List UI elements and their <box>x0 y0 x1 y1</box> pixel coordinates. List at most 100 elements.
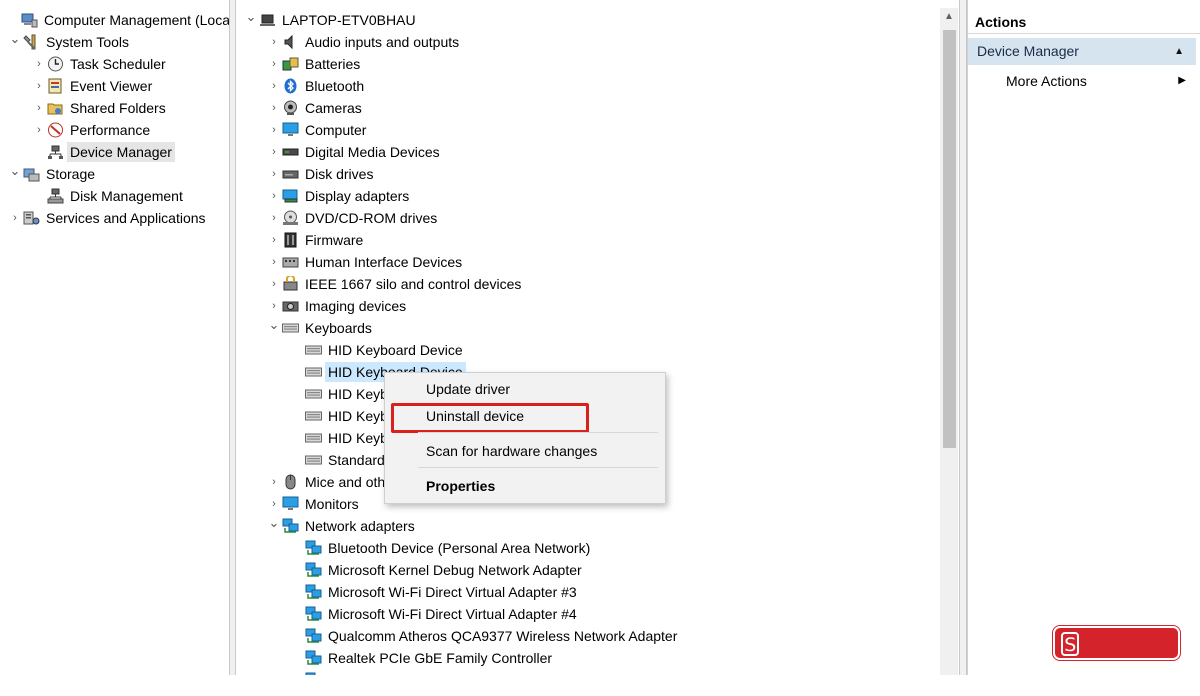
collapsed-chevron-icon[interactable]: › <box>267 119 281 141</box>
tree-item-label: Human Interface Devices <box>305 254 463 270</box>
console-tree-item-1[interactable]: ⌄ System Tools <box>8 31 132 53</box>
device-tree-item-8[interactable]: › Display adapters <box>267 185 412 207</box>
device-tree-item-2[interactable]: › Batteries <box>267 53 363 75</box>
device-tree-item-27[interactable]: Microsoft Wi-Fi Direct Virtual Adapter #… <box>290 603 580 625</box>
expanded-chevron-icon[interactable]: ⌄ <box>267 314 281 336</box>
device-tree-item-3[interactable]: › Bluetooth <box>267 75 367 97</box>
device-tree-item-13[interactable]: › Imaging devices <box>267 295 409 317</box>
expanded-chevron-icon[interactable]: ⌄ <box>8 28 22 50</box>
console-tree-item-6[interactable]: Device Manager <box>32 141 175 163</box>
device-tree-item-30[interactable]: WAN Miniport (IKEv2) <box>290 669 467 675</box>
properties-menu-item[interactable]: Properties <box>426 478 495 494</box>
right-pane-splitter[interactable] <box>959 0 967 675</box>
collapsed-chevron-icon[interactable]: › <box>267 75 281 97</box>
console-tree-item-0[interactable]: Computer Management (Local) <box>6 9 229 31</box>
collapsed-chevron-icon[interactable]: › <box>267 31 281 53</box>
monitor-icon <box>281 496 299 512</box>
speaker-icon <box>281 34 299 50</box>
device-tree-item-0[interactable]: ⌄ LAPTOP-ETV0BHAU <box>244 9 419 31</box>
device-tree-item-10[interactable]: › Firmware <box>267 229 366 251</box>
console-tree-item-7[interactable]: ⌄ Storage <box>8 163 98 185</box>
device-tree-item-4[interactable]: › Cameras <box>267 97 365 119</box>
disk-drive-icon <box>281 166 299 182</box>
device-tree-item-24[interactable]: Bluetooth Device (Personal Area Network) <box>290 537 593 559</box>
tree-item-label: Disk Management <box>70 188 183 204</box>
device-tree-item-29[interactable]: Realtek PCIe GbE Family Controller <box>290 647 555 669</box>
console-tree-item-8[interactable]: Disk Management <box>32 185 186 207</box>
collapsed-chevron-icon[interactable]: › <box>267 251 281 273</box>
tree-item-label: Microsoft Wi-Fi Direct Virtual Adapter #… <box>328 584 577 600</box>
network-icon <box>304 562 322 578</box>
actions-section-device-manager[interactable]: Device Manager ▲ <box>968 38 1196 65</box>
device-tree-item-9[interactable]: › DVD/CD-ROM drives <box>267 207 440 229</box>
console-tree-item-9[interactable]: › Services and Applications <box>8 207 209 229</box>
tree-item-label: Digital Media Devices <box>305 144 440 160</box>
device-tree-pane: ▲ ⌄ LAPTOP-ETV0BHAU › Audio inputs and outp… <box>236 0 959 675</box>
expanded-chevron-icon[interactable]: ⌄ <box>267 512 281 534</box>
expanded-chevron-icon[interactable]: ⌄ <box>244 6 258 28</box>
monitor-icon <box>281 122 299 138</box>
collapsed-chevron-icon[interactable]: › <box>267 141 281 163</box>
scan-hardware-menu-item[interactable]: Scan for hardware changes <box>426 443 597 459</box>
more-actions-item[interactable]: More Actions ▶ <box>1006 70 1196 92</box>
collapsed-chevron-icon[interactable]: › <box>267 471 281 493</box>
tree-item-label: Microsoft Wi-Fi Direct Virtual Adapter #… <box>328 606 577 622</box>
network-icon <box>304 584 322 600</box>
left-pane-splitter[interactable] <box>229 0 236 675</box>
device-tree-item-11[interactable]: › Human Interface Devices <box>267 251 465 273</box>
device-tree-item-28[interactable]: Qualcomm Atheros QCA9377 Wireless Networ… <box>290 625 680 647</box>
actions-pane: Actions Device Manager ▲ More Actions ▶ <box>967 0 1200 675</box>
tree-item-label: Shared Folders <box>70 100 166 116</box>
device-tree-item-15[interactable]: HID Keyboard Device <box>290 339 466 361</box>
services-icon <box>22 210 40 226</box>
console-tree-item-3[interactable]: › Event Viewer <box>32 75 155 97</box>
battery-icon <box>281 56 299 72</box>
collapsed-chevron-icon[interactable]: › <box>32 75 46 97</box>
collapsed-chevron-icon[interactable]: › <box>267 185 281 207</box>
collapsed-chevron-icon[interactable]: › <box>267 273 281 295</box>
keyboard-icon <box>304 364 322 380</box>
collapse-arrow-icon[interactable]: ▲ <box>1174 38 1184 65</box>
uninstall-device-menu-item[interactable]: Uninstall device <box>426 408 524 424</box>
context-menu: Update driver Uninstall device Scan for … <box>384 372 666 504</box>
tree-item-label: Keyboards <box>305 320 372 336</box>
device-manager-icon <box>46 144 64 160</box>
device-tree-item-26[interactable]: Microsoft Wi-Fi Direct Virtual Adapter #… <box>290 581 580 603</box>
device-tree-item-22[interactable]: › Monitors <box>267 493 362 515</box>
collapsed-chevron-icon[interactable]: › <box>32 97 46 119</box>
device-tree-item-14[interactable]: ⌄ Keyboards <box>267 317 375 339</box>
scrollbar-thumb[interactable] <box>943 30 956 448</box>
ieee-icon <box>281 276 299 292</box>
device-tree-item-7[interactable]: › Disk drives <box>267 163 376 185</box>
update-driver-menu-item[interactable]: Update driver <box>426 381 510 397</box>
collapsed-chevron-icon[interactable]: › <box>267 53 281 75</box>
device-tree-item-6[interactable]: › Digital Media Devices <box>267 141 443 163</box>
network-icon <box>304 650 322 666</box>
device-tree-item-23[interactable]: ⌄ Network adapters <box>267 515 418 537</box>
keyboard-icon <box>304 408 322 424</box>
media-device-icon <box>281 144 299 160</box>
tree-item-label: Batteries <box>305 56 361 72</box>
device-tree-item-5[interactable]: › Computer <box>267 119 369 141</box>
collapsed-chevron-icon[interactable]: › <box>267 229 281 251</box>
keyboard-icon <box>304 386 322 402</box>
tree-item-label: Disk drives <box>305 166 374 182</box>
firmware-icon <box>281 232 299 248</box>
scroll-up-arrow-icon[interactable]: ▲ <box>940 8 958 26</box>
menu-separator <box>418 432 658 433</box>
device-tree-item-1[interactable]: › Audio inputs and outputs <box>267 31 462 53</box>
console-tree-item-4[interactable]: › Shared Folders <box>32 97 169 119</box>
collapsed-chevron-icon[interactable]: › <box>8 207 22 229</box>
device-tree-item-25[interactable]: Microsoft Kernel Debug Network Adapter <box>290 559 585 581</box>
collapsed-chevron-icon[interactable]: › <box>267 163 281 185</box>
collapsed-chevron-icon[interactable]: › <box>32 119 46 141</box>
console-tree-item-5[interactable]: › Performance <box>32 119 153 141</box>
collapsed-chevron-icon[interactable]: › <box>267 207 281 229</box>
tree-item-label: Services and Applications <box>46 210 206 226</box>
collapsed-chevron-icon[interactable]: › <box>267 97 281 119</box>
expanded-chevron-icon[interactable]: ⌄ <box>8 160 22 182</box>
vertical-scrollbar[interactable]: ▲ <box>940 8 958 675</box>
collapsed-chevron-icon[interactable]: › <box>32 53 46 75</box>
console-tree-item-2[interactable]: › Task Scheduler <box>32 53 169 75</box>
device-tree-item-12[interactable]: › IEEE 1667 silo and control devices <box>267 273 524 295</box>
